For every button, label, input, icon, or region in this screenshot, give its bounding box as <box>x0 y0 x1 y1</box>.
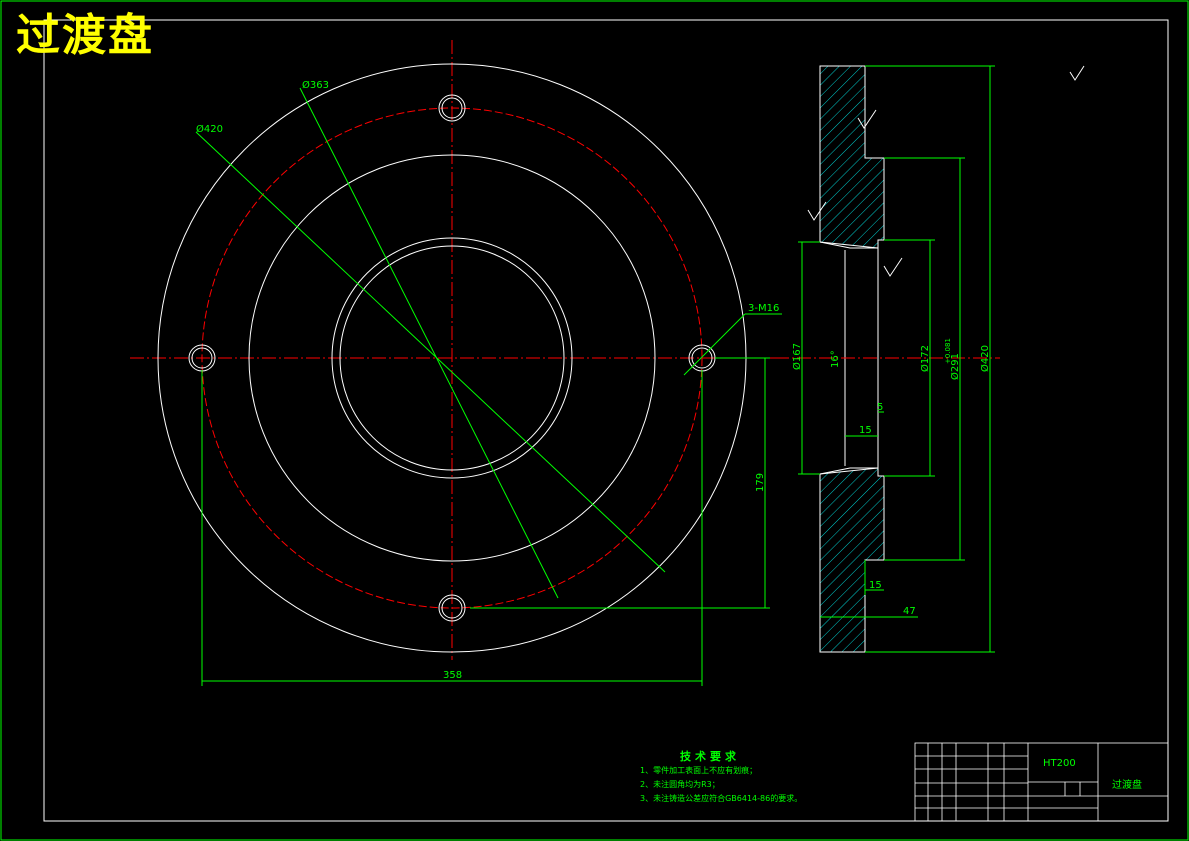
leader-m16 <box>683 313 746 376</box>
drawing-canvas: Ø363 Ø420 3-M16 179 358 Ø167 16° Ø172 Ø2… <box>0 0 1189 841</box>
section-lower <box>819 467 885 653</box>
inner-border <box>43 19 1169 822</box>
label-d363: Ø363 <box>302 79 329 91</box>
technical-requirements: 技术要求 1、零件加工表面上不应有划痕； 2、未注圆角均为R3； 3、未注铸造公… <box>640 750 802 806</box>
part-name-label: 过渡盘 <box>1112 780 1142 791</box>
label-angle: 16° <box>830 350 841 368</box>
label-358: 358 <box>443 670 462 681</box>
label-15b: 15 <box>869 580 882 591</box>
label-47: 47 <box>903 606 916 617</box>
label-d167: Ø167 <box>791 343 803 370</box>
material-label: HT200 <box>1043 758 1076 769</box>
leader-d420 <box>195 131 666 573</box>
tech-req-item-1: 1、零件加工表面上不应有划痕； <box>640 766 758 775</box>
tech-req-item-3: 3、未注铸造公差应符合GB6414-86的要求。 <box>640 794 803 803</box>
section-upper <box>819 65 885 249</box>
label-d420: Ø420 <box>196 123 223 135</box>
label-15a: 15 <box>859 425 872 436</box>
roughness-symbol-general <box>1069 65 1085 81</box>
front-view: Ø363 Ø420 3-M16 179 358 <box>130 40 785 686</box>
label-5: 5 <box>877 402 883 413</box>
leader-d363 <box>299 87 559 599</box>
drawing-title: 过渡盘 <box>16 10 154 61</box>
label-d291-tol: +0.081 <box>944 338 952 364</box>
label-d172: Ø172 <box>919 345 931 372</box>
label-179: 179 <box>755 473 766 492</box>
label-3-m16: 3-M16 <box>748 303 779 314</box>
roughness-symbol-3 <box>883 257 903 277</box>
tech-req-item-2: 2、未注圆角均为R3； <box>640 780 720 789</box>
section-view: Ø167 16° Ø172 Ø291 +0.081 Ø420 5 15 15 4… <box>775 65 1085 653</box>
outer-border <box>0 0 1189 841</box>
label-d420-side: Ø420 <box>979 345 991 372</box>
tech-req-heading: 技术要求 <box>680 750 740 763</box>
